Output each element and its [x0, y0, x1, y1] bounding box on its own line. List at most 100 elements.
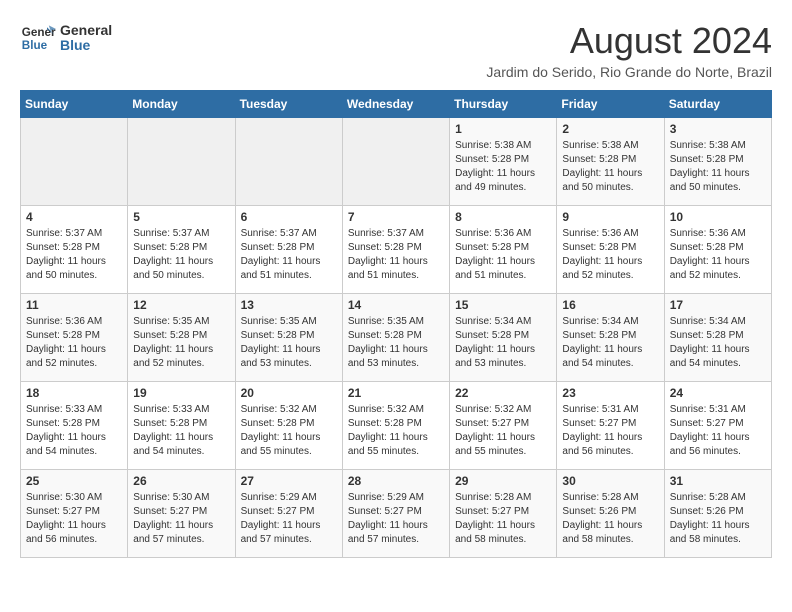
day-number: 30	[562, 474, 658, 488]
day-number: 15	[455, 298, 551, 312]
logo: General Blue General Blue	[20, 20, 112, 56]
calendar-cell: 2 Sunrise: 5:38 AMSunset: 5:28 PMDaylight…	[557, 118, 664, 206]
day-info: Sunrise: 5:28 AMSunset: 5:27 PMDaylight:…	[455, 491, 551, 547]
calendar-cell: 1 Sunrise: 5:38 AMSunset: 5:28 PMDaylight…	[450, 118, 557, 206]
day-number: 25	[26, 474, 122, 488]
calendar-cell: 30 Sunrise: 5:28 AMSunset: 5:26 PMDayligh…	[557, 470, 664, 558]
calendar-table: SundayMondayTuesdayWednesdayThursdayFrid…	[20, 90, 772, 558]
svg-text:Blue: Blue	[22, 39, 48, 52]
day-info: Sunrise: 5:35 AMSunset: 5:28 PMDaylight:…	[348, 315, 444, 371]
day-info: Sunrise: 5:29 AMSunset: 5:27 PMDaylight:…	[241, 491, 337, 547]
day-number: 3	[670, 122, 766, 136]
day-info: Sunrise: 5:33 AMSunset: 5:28 PMDaylight:…	[26, 403, 122, 459]
day-number: 21	[348, 386, 444, 400]
day-number: 27	[241, 474, 337, 488]
calendar-cell: 11Sunrise: 5:36 AMSunset: 5:28 PMDayligh…	[21, 294, 128, 382]
calendar-cell: 3Sunrise: 5:38 AMSunset: 5:28 PMDaylight…	[664, 118, 771, 206]
page-header: General Blue General Blue August 2024 Ja…	[20, 20, 772, 80]
day-info: Sunrise: 5:34 AMSunset: 5:28 PMDaylight:…	[562, 315, 658, 371]
day-info: Sunrise: 5:33 AMSunset: 5:28 PMDaylight:…	[133, 403, 229, 459]
calendar-cell: 28 Sunrise: 5:29 AMSunset: 5:27 PMDayligh…	[342, 470, 449, 558]
day-number: 31	[670, 474, 766, 488]
day-info: Sunrise: 5:35 AMSunset: 5:28 PMDaylight:…	[241, 315, 337, 371]
day-number: 17	[670, 298, 766, 312]
calendar-day-header: Monday	[128, 91, 235, 118]
calendar-cell: 12Sunrise: 5:35 AMSunset: 5:28 PMDayligh…	[128, 294, 235, 382]
calendar-cell: 15 Sunrise: 5:34 AMSunset: 5:28 PMDayligh…	[450, 294, 557, 382]
day-info: Sunrise: 5:32 AMSunset: 5:28 PMDaylight:…	[348, 403, 444, 459]
day-info: Sunrise: 5:37 AMSunset: 5:28 PMDaylight:…	[26, 227, 122, 283]
calendar-cell: 4 Sunrise: 5:37 AMSunset: 5:28 PMDaylight…	[21, 206, 128, 294]
day-info: Sunrise: 5:29 AMSunset: 5:27 PMDaylight:…	[348, 491, 444, 547]
logo-icon: General Blue	[20, 20, 56, 56]
calendar-week-row: 11Sunrise: 5:36 AMSunset: 5:28 PMDayligh…	[21, 294, 772, 382]
day-info: Sunrise: 5:28 AMSunset: 5:26 PMDaylight:…	[670, 491, 766, 547]
calendar-day-header: Sunday	[21, 91, 128, 118]
calendar-cell: 18 Sunrise: 5:33 AMSunset: 5:28 PMDayligh…	[21, 382, 128, 470]
day-info: Sunrise: 5:31 AMSunset: 5:27 PMDaylight:…	[670, 403, 766, 459]
day-info: Sunrise: 5:37 AMSunset: 5:28 PMDaylight:…	[133, 227, 229, 283]
calendar-cell: 19Sunrise: 5:33 AMSunset: 5:28 PMDayligh…	[128, 382, 235, 470]
calendar-cell: 29 Sunrise: 5:28 AMSunset: 5:27 PMDayligh…	[450, 470, 557, 558]
day-info: Sunrise: 5:38 AMSunset: 5:28 PMDaylight:…	[562, 139, 658, 195]
day-info: Sunrise: 5:32 AMSunset: 5:28 PMDaylight:…	[241, 403, 337, 459]
day-number: 10	[670, 210, 766, 224]
location-subtitle: Jardim do Serido, Rio Grande do Norte, B…	[486, 64, 772, 80]
calendar-cell	[235, 118, 342, 206]
calendar-cell	[128, 118, 235, 206]
day-number: 28	[348, 474, 444, 488]
day-number: 18	[26, 386, 122, 400]
calendar-cell: 14Sunrise: 5:35 AMSunset: 5:28 PMDayligh…	[342, 294, 449, 382]
day-number: 29	[455, 474, 551, 488]
day-info: Sunrise: 5:36 AMSunset: 5:28 PMDaylight:…	[670, 227, 766, 283]
calendar-cell: 17Sunrise: 5:34 AMSunset: 5:28 PMDayligh…	[664, 294, 771, 382]
calendar-cell	[342, 118, 449, 206]
calendar-cell: 13 Sunrise: 5:35 AMSunset: 5:28 PMDayligh…	[235, 294, 342, 382]
calendar-cell: 27 Sunrise: 5:29 AMSunset: 5:27 PMDayligh…	[235, 470, 342, 558]
day-number: 12	[133, 298, 229, 312]
day-info: Sunrise: 5:34 AMSunset: 5:28 PMDaylight:…	[455, 315, 551, 371]
calendar-cell: 24 Sunrise: 5:31 AMSunset: 5:27 PMDayligh…	[664, 382, 771, 470]
day-info: Sunrise: 5:38 AMSunset: 5:28 PMDaylight:…	[455, 139, 551, 195]
day-number: 26	[133, 474, 229, 488]
calendar-cell: 22Sunrise: 5:32 AMSunset: 5:27 PMDayligh…	[450, 382, 557, 470]
day-number: 6	[241, 210, 337, 224]
logo-blue-text: Blue	[60, 38, 112, 53]
calendar-cell: 8Sunrise: 5:36 AMSunset: 5:28 PMDaylight…	[450, 206, 557, 294]
day-number: 24	[670, 386, 766, 400]
month-year-title: August 2024	[486, 20, 772, 62]
calendar-cell: 31 Sunrise: 5:28 AMSunset: 5:26 PMDayligh…	[664, 470, 771, 558]
calendar-week-row: 25 Sunrise: 5:30 AMSunset: 5:27 PMDayligh…	[21, 470, 772, 558]
calendar-day-header: Thursday	[450, 91, 557, 118]
day-info: Sunrise: 5:31 AMSunset: 5:27 PMDaylight:…	[562, 403, 658, 459]
calendar-week-row: 4 Sunrise: 5:37 AMSunset: 5:28 PMDaylight…	[21, 206, 772, 294]
calendar-cell: 21 Sunrise: 5:32 AMSunset: 5:28 PMDayligh…	[342, 382, 449, 470]
day-number: 11	[26, 298, 122, 312]
day-number: 16	[562, 298, 658, 312]
calendar-cell: 25 Sunrise: 5:30 AMSunset: 5:27 PMDayligh…	[21, 470, 128, 558]
calendar-week-row: 18 Sunrise: 5:33 AMSunset: 5:28 PMDayligh…	[21, 382, 772, 470]
day-info: Sunrise: 5:30 AMSunset: 5:27 PMDaylight:…	[26, 491, 122, 547]
day-number: 4	[26, 210, 122, 224]
day-number: 2	[562, 122, 658, 136]
calendar-day-header: Friday	[557, 91, 664, 118]
calendar-cell: 16 Sunrise: 5:34 AMSunset: 5:28 PMDayligh…	[557, 294, 664, 382]
day-number: 13	[241, 298, 337, 312]
day-info: Sunrise: 5:28 AMSunset: 5:26 PMDaylight:…	[562, 491, 658, 547]
calendar-cell: 9 Sunrise: 5:36 AMSunset: 5:28 PMDaylight…	[557, 206, 664, 294]
calendar-cell: 7 Sunrise: 5:37 AMSunset: 5:28 PMDaylight…	[342, 206, 449, 294]
calendar-cell: 26Sunrise: 5:30 AMSunset: 5:27 PMDayligh…	[128, 470, 235, 558]
day-number: 23	[562, 386, 658, 400]
day-info: Sunrise: 5:37 AMSunset: 5:28 PMDaylight:…	[348, 227, 444, 283]
day-number: 1	[455, 122, 551, 136]
calendar-cell: 6 Sunrise: 5:37 AMSunset: 5:28 PMDaylight…	[235, 206, 342, 294]
day-info: Sunrise: 5:37 AMSunset: 5:28 PMDaylight:…	[241, 227, 337, 283]
calendar-header-row: SundayMondayTuesdayWednesdayThursdayFrid…	[21, 91, 772, 118]
day-info: Sunrise: 5:36 AMSunset: 5:28 PMDaylight:…	[562, 227, 658, 283]
day-number: 5	[133, 210, 229, 224]
day-number: 8	[455, 210, 551, 224]
calendar-cell: 10 Sunrise: 5:36 AMSunset: 5:28 PMDayligh…	[664, 206, 771, 294]
day-number: 7	[348, 210, 444, 224]
day-number: 9	[562, 210, 658, 224]
calendar-cell: 20Sunrise: 5:32 AMSunset: 5:28 PMDayligh…	[235, 382, 342, 470]
